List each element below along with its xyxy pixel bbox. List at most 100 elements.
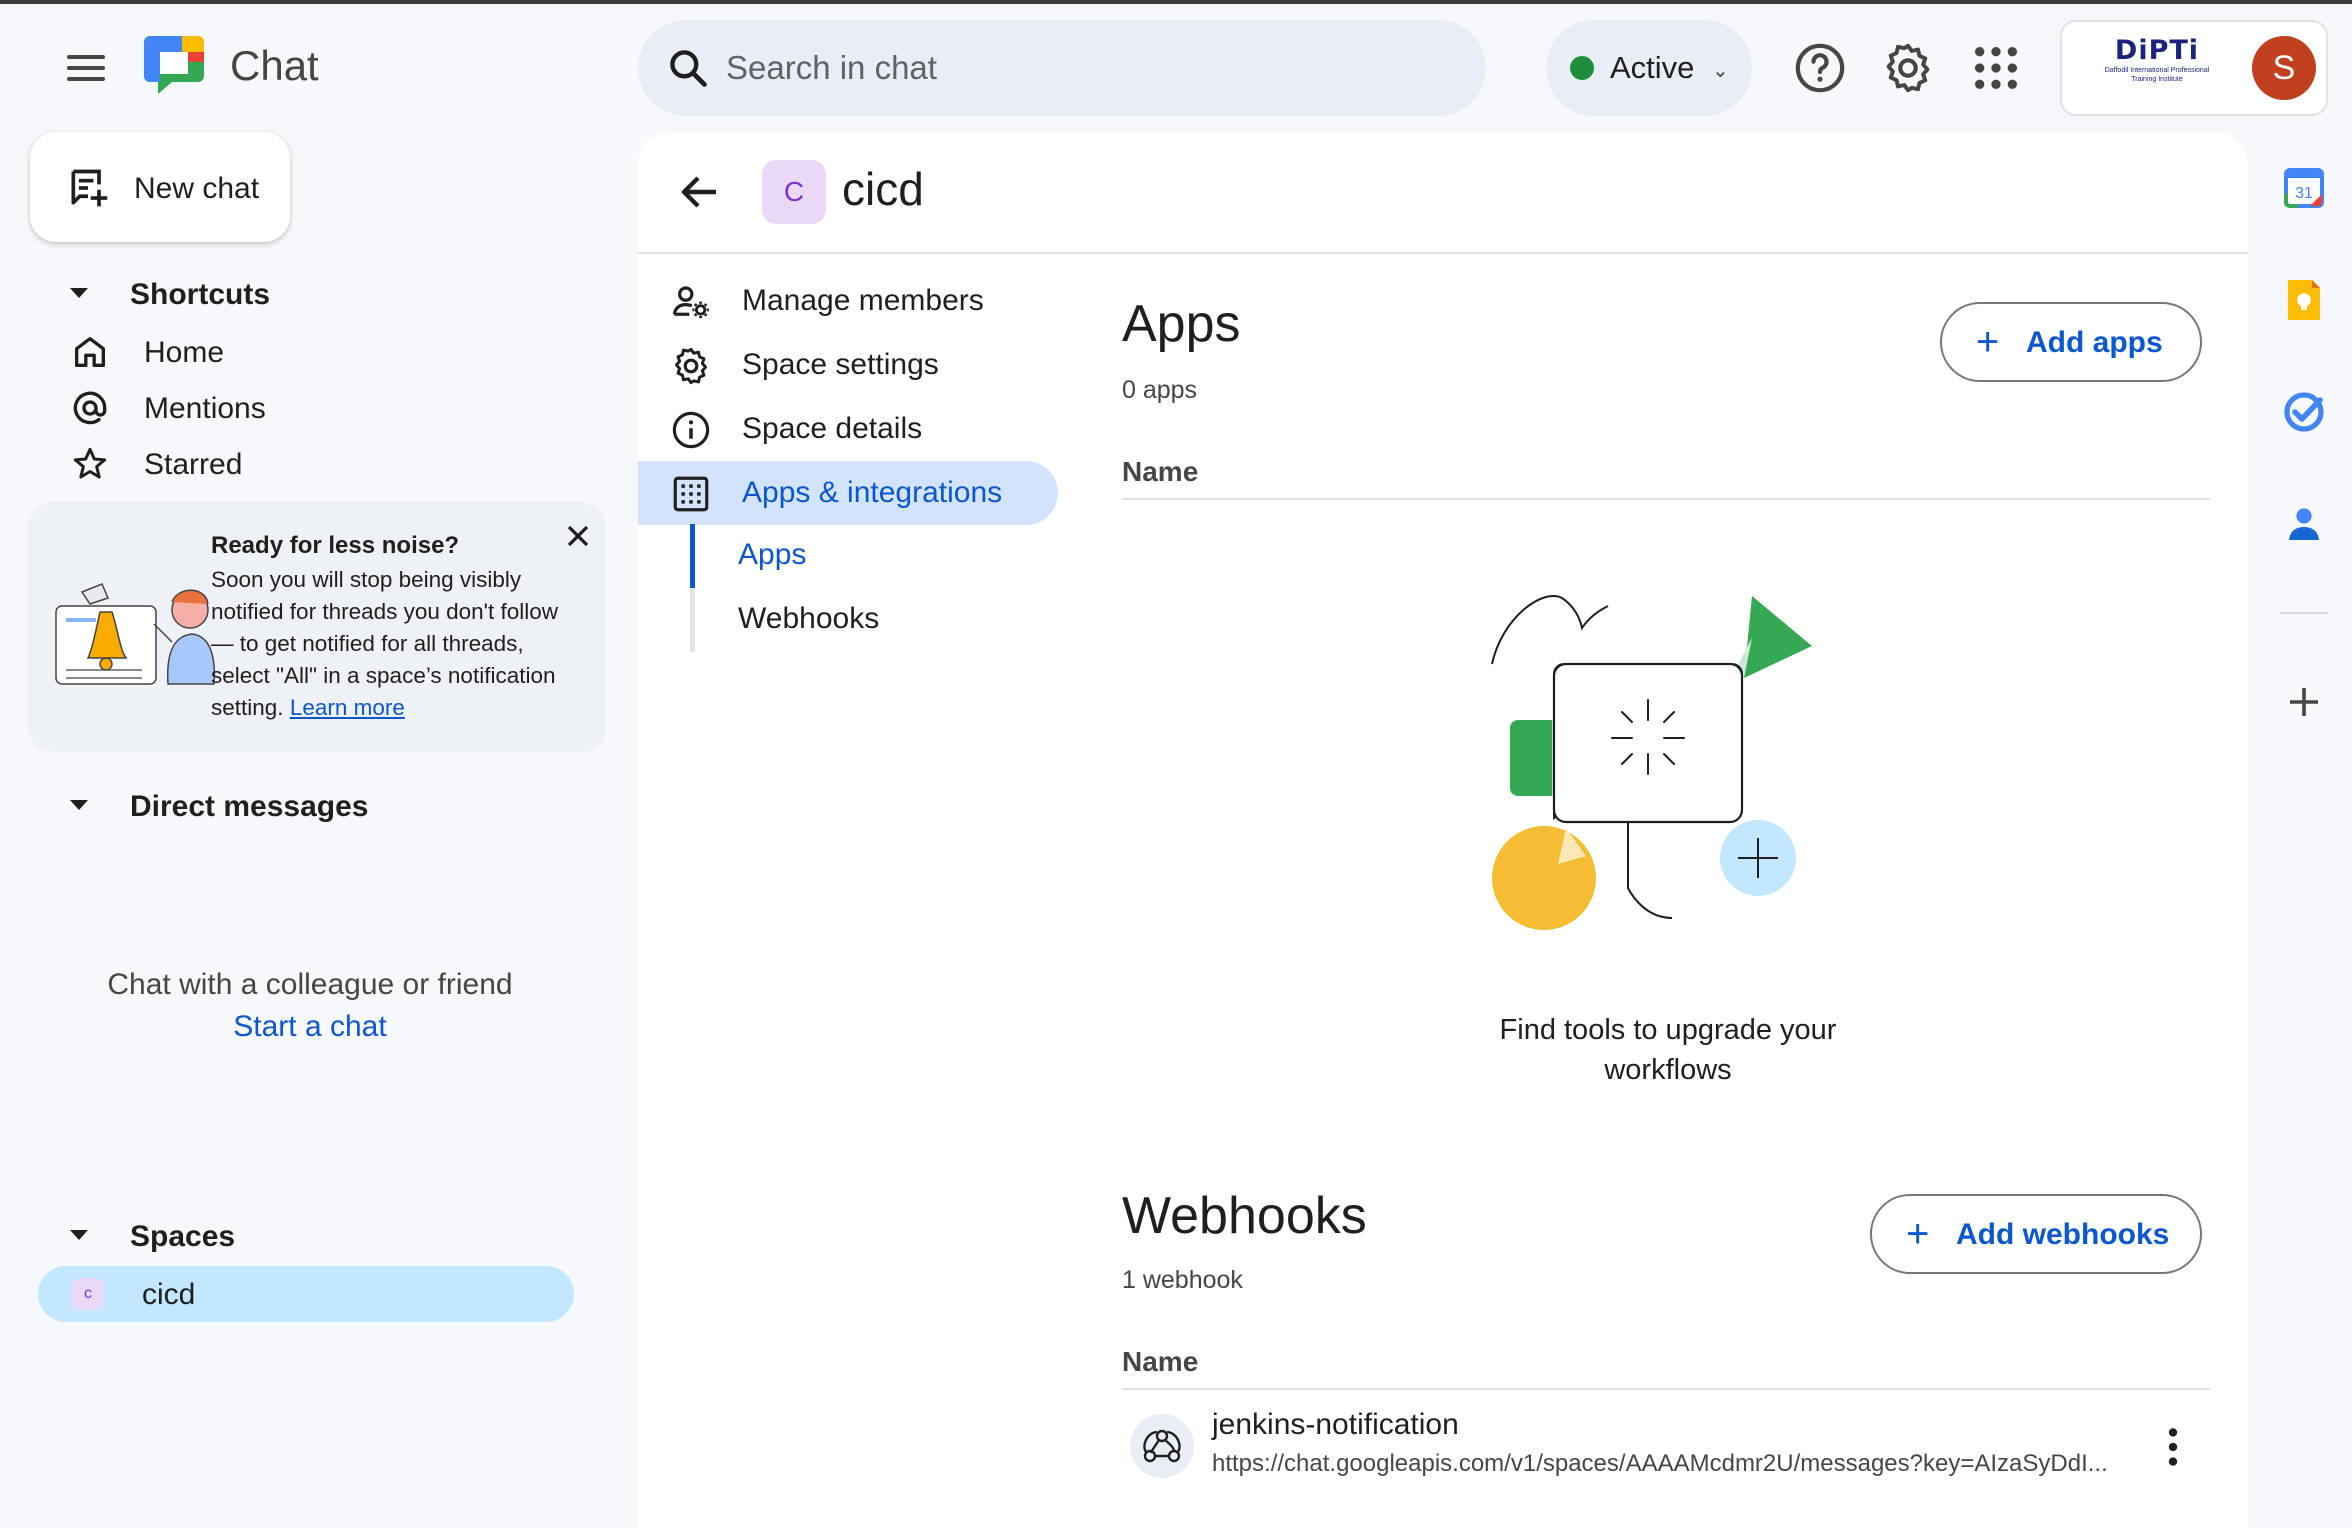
direct-messages-title: Direct messages [130,790,369,823]
help-icon [1795,43,1845,93]
google-apps-button[interactable] [1968,40,2024,96]
shortcuts-title: Shortcuts [130,278,271,311]
room-avatar: C [762,160,826,224]
sidebar-item-home[interactable]: Home [66,328,606,376]
contacts-icon[interactable] [2280,500,2328,548]
add-apps-button[interactable]: + Add apps [1940,302,2202,382]
google-chat-logo-icon [144,36,204,94]
apps-heading: Apps [1122,295,1241,353]
organization-logo: DiPTi Daffodil International Professiona… [2104,35,2210,84]
webhooks-header-rule [1122,1388,2210,1390]
add-webhooks-button[interactable]: + Add webhooks [1870,1194,2202,1274]
caret-down-icon [70,1230,88,1241]
menu-label: Space details [742,412,923,445]
menu-space-settings[interactable]: Space settings [638,333,1058,397]
space-settings-panel: C cicd Manage members Space settings Spa… [638,132,2248,1528]
chevron-down-icon: ⌄ [1712,60,1729,82]
webhook-icon [1143,1429,1181,1463]
calendar-icon[interactable]: 31 [2280,164,2328,212]
calendar-day: 31 [2295,185,2313,202]
sidebar-item-label: Home [144,336,225,369]
menu-space-details[interactable]: Space details [638,397,1058,461]
sidebar-item-mentions[interactable]: Mentions [66,384,606,432]
settings-gear-icon [674,347,708,385]
help-button[interactable] [1792,40,1848,96]
subnav-active-indicator [690,524,695,588]
menu-apps-integrations[interactable]: Apps & integrations [638,461,1058,525]
caret-down-icon [70,288,88,299]
manage-members-icon [672,286,709,319]
apps-empty-illustration [1491,595,1812,930]
apps-launcher-icon [1975,47,2017,89]
subnav-track [690,524,695,652]
header-divider [638,252,2248,254]
new-chat-button[interactable]: New chat [30,132,290,242]
search-bar[interactable] [638,20,1486,116]
webhooks-column-name: Name [1122,1346,1199,1377]
promo-body: Soon you will stop being visibly notifie… [211,564,561,724]
caret-down-icon [70,800,88,811]
spaces-title: Spaces [130,1220,236,1253]
plus-icon: + [1906,1212,1930,1256]
settings-button[interactable] [1880,40,1936,96]
at-icon [73,391,107,425]
status-label: Active [1610,50,1695,85]
sidebar-item-starred[interactable]: Starred [66,440,606,488]
webhook-row[interactable]: jenkins-notification https://chat.google… [1122,1400,2210,1500]
webhooks-heading: Webhooks [1122,1187,1367,1245]
menu-label: Apps & integrations [742,476,1003,509]
notification-promo-card: Ready for less noise? Soon you will stop… [28,502,606,752]
space-label: cicd [142,1278,196,1311]
shortcuts-section-toggle[interactable]: Shortcuts [70,278,270,312]
webhooks-count: 1 webhook [1122,1266,1243,1294]
apps-column-name: Name [1122,456,1199,487]
webhook-url: https://chat.googleapis.com/v1/spaces/AA… [1212,1450,2108,1477]
gear-icon [1886,43,1930,93]
new-chat-label: New chat [134,172,260,205]
empty-dm-text: Chat with a colleague or friend [107,968,513,1001]
sidebar-space-cicd[interactable]: c cicd [38,1266,574,1322]
space-avatar: c [72,1278,104,1310]
notification-bell-illustration [55,583,216,685]
apps-header-rule [1122,498,2210,500]
webhook-avatar [1130,1414,1194,1478]
subnav-apps[interactable]: Apps [738,538,806,572]
search-input[interactable] [726,40,1426,96]
sidebar-item-label: Mentions [144,392,266,425]
apps-grid-icon [673,476,709,512]
promo-title: Ready for less noise? [211,532,460,559]
tasks-icon[interactable] [2280,388,2328,436]
start-chat-link[interactable]: Start a chat [233,1010,386,1044]
direct-messages-section-toggle[interactable]: Direct messages [70,790,368,824]
keep-icon[interactable] [2280,276,2328,324]
menu-manage-members[interactable]: Manage members [638,269,1058,333]
menu-label: Manage members [742,284,984,317]
add-apps-label: Add apps [2026,326,2163,359]
sidebar-item-label: Starred [144,448,243,481]
account-area[interactable]: DiPTi Daffodil International Professiona… [2060,20,2328,116]
add-webhooks-label: Add webhooks [1956,1218,2170,1251]
status-dot [1570,56,1594,80]
main-menu-button[interactable] [60,48,112,88]
learn-more-link[interactable]: Learn more [290,695,405,720]
spaces-section-toggle[interactable]: Spaces [70,1220,235,1254]
search-icon [670,50,707,87]
back-arrow-icon[interactable] [676,168,724,216]
room-title: cicd [842,163,924,215]
plus-icon: + [1976,320,2000,364]
app-title: Chat [230,42,319,89]
subnav-webhooks[interactable]: Webhooks [738,602,879,636]
account-avatar[interactable]: S [2252,36,2316,100]
window-top-border [0,0,2352,4]
apps-empty-caption: Find tools to upgrade your workflows [1499,1014,1837,1086]
webhook-name: jenkins-notification [1212,1408,1459,1441]
status-dropdown[interactable]: Active ⌄ [1546,20,1752,116]
menu-label: Space settings [742,348,939,381]
rail-divider [2280,612,2328,614]
apps-count: 0 apps [1122,376,1198,404]
add-icon[interactable] [2280,678,2328,726]
close-icon[interactable] [560,518,596,554]
direct-messages-empty-state: Chat with a colleague or friend Start a … [30,968,590,1044]
more-vert-icon[interactable] [2148,1422,2198,1472]
new-chat-icon [71,169,108,207]
